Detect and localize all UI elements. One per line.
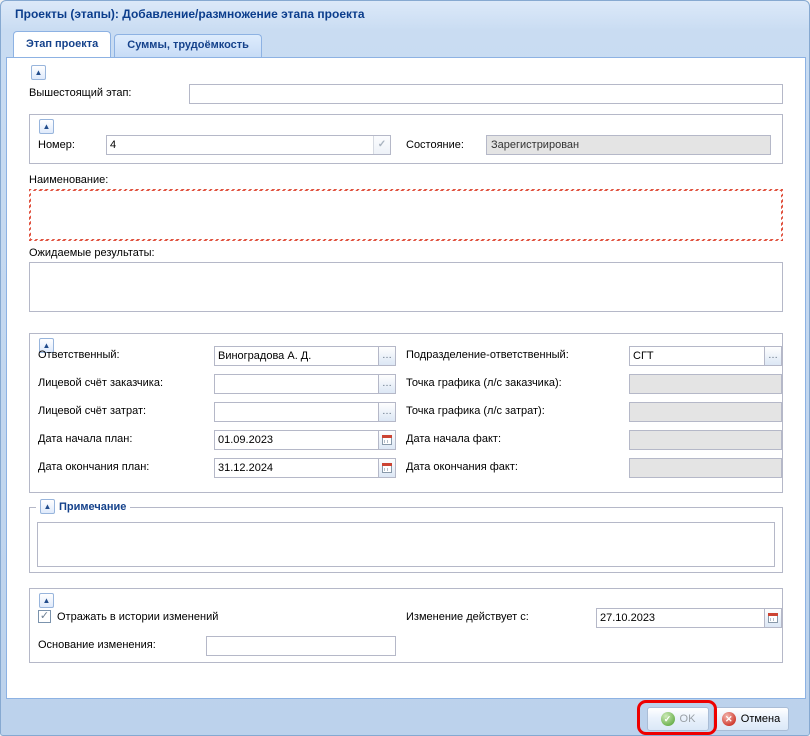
state-label: Состояние: [406, 139, 464, 151]
change-date-calendar-icon[interactable] [764, 609, 781, 627]
cancel-button[interactable]: ✕ Отмена [713, 707, 789, 731]
customer-account-field: … [214, 374, 396, 394]
department-picker-icon[interactable]: … [764, 347, 781, 365]
start-date-fact-label: Дата начала факт: [406, 433, 501, 445]
number-state-fieldset: ▲ Номер: ✓ Состояние: Зарегистрирован [29, 114, 783, 164]
collapse-note-icon[interactable]: ▲ [40, 499, 55, 514]
tab-bar: Этап проекта Суммы, трудоёмкость [13, 32, 262, 57]
start-date-plan-input[interactable] [215, 431, 378, 449]
number-label: Номер: [38, 139, 75, 151]
collapse-top-icon[interactable]: ▲ [31, 65, 46, 80]
name-textarea[interactable] [29, 189, 783, 241]
history-fieldset: ▲ ✓ Отражать в истории изменений Изменен… [29, 588, 783, 663]
cost-account-label: Лицевой счёт затрат: [38, 405, 146, 417]
department-label: Подразделение-ответственный: [406, 349, 569, 361]
customer-account-input[interactable] [215, 375, 378, 393]
responsible-picker-icon[interactable]: … [378, 347, 395, 365]
parent-stage-label: Вышестоящий этап: [29, 87, 132, 99]
tab-stage[interactable]: Этап проекта [13, 31, 111, 57]
note-fieldset: ▲ Примечание [29, 507, 783, 573]
ok-button[interactable]: ✓ OK [647, 707, 709, 731]
cost-point-display [629, 402, 782, 422]
form-panel: ▲ Вышестоящий этап: ▲ Номер: ✓ Состояние… [6, 57, 806, 699]
number-input[interactable] [107, 136, 373, 154]
history-checkbox-label: Отражать в истории изменений [57, 611, 218, 623]
end-date-fact-label: Дата окончания факт: [406, 461, 518, 473]
start-date-plan-label: Дата начала план: [38, 433, 132, 445]
start-date-plan-calendar-icon[interactable] [378, 431, 395, 449]
end-date-fact-display [629, 458, 782, 478]
change-date-input[interactable] [597, 609, 764, 627]
expected-results-label: Ожидаемые результаты: [29, 247, 155, 259]
note-textarea[interactable] [37, 522, 775, 567]
cost-account-picker-icon[interactable]: … [378, 403, 395, 421]
state-display: Зарегистрирован [486, 135, 771, 155]
customer-account-label: Лицевой счёт заказчика: [38, 377, 163, 389]
reason-input[interactable] [206, 636, 396, 656]
department-input[interactable] [630, 347, 764, 365]
details-fieldset: ▲ Ответственный: … Подразделение-ответст… [29, 333, 783, 493]
department-field: … [629, 346, 782, 366]
end-date-plan-calendar-icon[interactable] [378, 459, 395, 477]
customer-point-display [629, 374, 782, 394]
cost-account-input[interactable] [215, 403, 378, 421]
expected-results-textarea[interactable] [29, 262, 783, 312]
ok-button-label: OK [680, 713, 696, 725]
end-date-plan-input[interactable] [215, 459, 378, 477]
cancel-button-label: Отмена [741, 713, 780, 725]
customer-point-label: Точка графика (л/с заказчика): [406, 377, 562, 389]
end-date-plan-label: Дата окончания план: [38, 461, 149, 473]
change-date-field [596, 608, 782, 628]
number-check-icon[interactable]: ✓ [373, 136, 390, 154]
name-label: Наименование: [29, 174, 108, 186]
customer-account-picker-icon[interactable]: … [378, 375, 395, 393]
note-legend-label: Примечание [59, 501, 126, 513]
note-legend: ▲ Примечание [36, 499, 130, 514]
parent-stage-input[interactable] [189, 84, 783, 104]
change-date-label: Изменение действует с: [406, 611, 529, 623]
reason-label: Основание изменения: [38, 639, 156, 651]
cost-account-field: … [214, 402, 396, 422]
start-date-plan-field [214, 430, 396, 450]
tab-sums[interactable]: Суммы, трудоёмкость [114, 34, 262, 57]
start-date-fact-display [629, 430, 782, 450]
collapse-history-icon[interactable]: ▲ [39, 593, 54, 608]
cancel-x-icon: ✕ [722, 712, 736, 726]
cost-point-label: Точка графика (л/с затрат): [406, 405, 545, 417]
responsible-input[interactable] [215, 347, 378, 365]
tab-stage-label: Этап проекта [26, 38, 98, 50]
responsible-label: Ответственный: [38, 349, 120, 361]
dialog-window: Проекты (этапы): Добавление/размножение … [0, 0, 810, 736]
responsible-field: … [214, 346, 396, 366]
history-checkbox[interactable]: ✓ [38, 610, 51, 623]
ok-check-icon: ✓ [661, 712, 675, 726]
tab-sums-label: Суммы, трудоёмкость [127, 39, 249, 51]
collapse-number-icon[interactable]: ▲ [39, 119, 54, 134]
end-date-plan-field [214, 458, 396, 478]
number-field: ✓ [106, 135, 391, 155]
window-title: Проекты (этапы): Добавление/размножение … [1, 1, 809, 27]
